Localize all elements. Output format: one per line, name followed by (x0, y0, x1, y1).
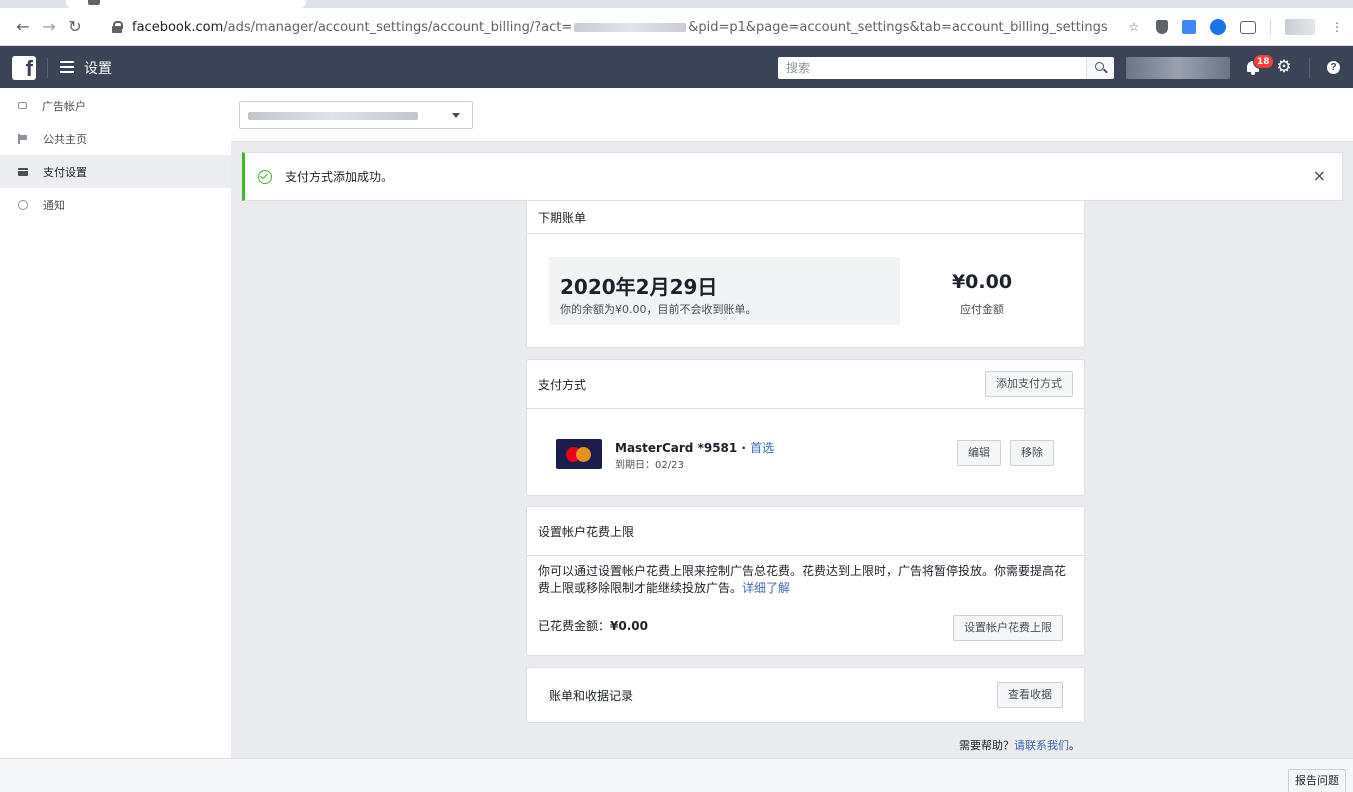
help-question: 需要帮助？ (959, 739, 1014, 752)
page-title: 设置 (84, 61, 112, 77)
footer: 报告问题 (0, 758, 1353, 792)
browser-tab[interactable] (66, 0, 306, 8)
sidebar-item-payment-settings[interactable]: 支付设置 (0, 155, 231, 188)
description-text: 你可以通过设置帐户花费上限来控制广告总花费。花费达到上限时，广告将暂停投放。你需… (538, 564, 1067, 595)
amount-due-label: 应付金额 (960, 303, 1004, 316)
account-name-redacted[interactable] (1126, 57, 1230, 79)
topbar-divider (1309, 58, 1310, 78)
help-icon[interactable]: ? (1327, 61, 1340, 74)
camera-extension-icon[interactable] (1240, 20, 1256, 34)
gear-icon[interactable]: ⚙ (1275, 58, 1293, 76)
browser-toolbar: ← → ↻ facebook.com /ads/manager/account_… (0, 8, 1353, 46)
amount-spent-value: ¥0.00 (610, 619, 648, 633)
ad-account-dropdown[interactable] (239, 101, 473, 129)
close-icon[interactable]: × (1313, 168, 1326, 184)
contact-us-link[interactable]: 请联系我们 (1014, 739, 1069, 752)
back-arrow-icon[interactable]: ← (10, 14, 36, 40)
search-input[interactable] (778, 57, 1086, 79)
mastercard-logo-icon (556, 439, 602, 469)
tab-favicon-icon (88, 0, 100, 5)
bill-date-panel: 2020年2月29日 你的余额为¥0.00，目前不会收到账单。 (549, 257, 900, 325)
learn-more-link[interactable]: 详细了解 (742, 581, 790, 595)
address-bar[interactable]: facebook.com /ads/manager/account_settin… (112, 13, 1112, 41)
amount-due: ¥0.00 (951, 271, 1013, 293)
primary-badge: 首选 (750, 441, 775, 455)
browser-tab-strip (0, 0, 1353, 8)
card-expiry: 到期日：02/23 (615, 460, 684, 471)
spending-limit-description: 你可以通过设置帐户花费上限来控制广告总花费。花费达到上限时，广告将暂停投放。你需… (538, 563, 1068, 597)
browser-extensions: ☆ ⋮ (1126, 16, 1345, 38)
facebook-topbar: f 设置 18 ⚙ ? (0, 46, 1353, 88)
bookmark-star-icon[interactable]: ☆ (1126, 19, 1142, 35)
translate-extension-icon[interactable] (1182, 20, 1196, 34)
url-host: facebook.com (132, 19, 224, 35)
report-problem-button[interactable]: 报告问题 (1288, 769, 1346, 792)
sidebar-item-notifications[interactable]: 通知 (0, 188, 231, 221)
notification-badge: 18 (1253, 54, 1274, 69)
card-title: 下期账单 (527, 201, 1084, 234)
help-line: 需要帮助？请联系我们。 (880, 737, 1080, 753)
next-bill-card: 下期账单 2020年2月29日 你的余额为¥0.00，目前不会收到账单。 ¥0.… (526, 201, 1085, 348)
spending-limit-card: 设置帐户花费上限 你可以通过设置帐户花费上限来控制广告总花费。花费达到上限时，广… (526, 506, 1085, 656)
url-redacted-id (574, 22, 687, 32)
set-spending-limit-button[interactable]: 设置帐户花费上限 (953, 615, 1063, 641)
add-payment-method-button[interactable]: 添加支付方式 (985, 371, 1073, 397)
account-name-redacted (248, 112, 418, 120)
card-header: 账单和收据记录 查看收据 (527, 668, 1084, 722)
topbar-divider (47, 58, 48, 78)
edit-button[interactable]: 编辑 (957, 440, 1001, 466)
card-number: MasterCard *9581 · (615, 441, 751, 455)
hamburger-menu-icon[interactable] (60, 61, 74, 73)
url-query: &pid=p1&page=account_settings&tab=accoun… (688, 19, 1108, 35)
card-title: 设置帐户花费上限 (527, 507, 1084, 556)
sidebar-item-label: 通知 (43, 198, 65, 212)
success-notification: 支付方式添加成功。 × (242, 152, 1343, 201)
remove-button[interactable]: 移除 (1010, 440, 1054, 466)
check-circle-icon (258, 169, 272, 184)
globe-icon (18, 199, 28, 210)
sidebar-item-label: 支付设置 (43, 165, 87, 179)
payment-methods-card: 支付方式 添加支付方式 MasterCard *9581 · 首选 到期日：02… (526, 359, 1085, 496)
card-title: 支付方式 (538, 377, 587, 392)
ad-account-icon (18, 102, 27, 109)
bill-date: 2020年2月29日 (560, 275, 718, 299)
url-path: /ads/manager/account_settings/account_bi… (223, 19, 573, 35)
billing-records-card: 账单和收据记录 查看收据 (526, 667, 1085, 723)
card-name: MasterCard *9581 · 首选 (615, 439, 774, 456)
success-message: 支付方式添加成功。 (285, 170, 394, 184)
reload-icon[interactable]: ↻ (62, 14, 88, 40)
forward-arrow-icon[interactable]: → (36, 14, 62, 40)
sidebar-item-label: 公共主页 (43, 132, 87, 146)
sidebar-item-pages[interactable]: 公共主页 (0, 122, 231, 155)
credit-card-icon (18, 167, 28, 176)
sidebar-item-label: 广告帐户 (42, 99, 86, 113)
eye-extension-icon[interactable] (1210, 19, 1226, 35)
card-header: 支付方式 添加支付方式 (527, 360, 1084, 409)
lock-icon (112, 21, 123, 33)
help-suffix: 。 (1069, 739, 1080, 752)
balance-note: 你的余额为¥0.00，目前不会收到账单。 (560, 303, 757, 316)
sidebar: 广告帐户 公共主页 支付设置 通知 (0, 88, 231, 758)
flag-icon (18, 133, 28, 144)
amount-spent-label: 已花费金额： (538, 619, 611, 633)
toolbar-divider (1270, 19, 1271, 35)
amount-spent: 已花费金额：¥0.00 (538, 617, 648, 634)
card-title: 账单和收据记录 (549, 688, 634, 703)
profile-avatar[interactable] (1285, 19, 1315, 35)
search-box (778, 57, 1114, 79)
chevron-down-icon (452, 113, 460, 118)
facebook-logo-icon[interactable]: f (12, 56, 36, 80)
account-selector-bar (231, 88, 1353, 142)
shield-extension-icon[interactable] (1156, 20, 1168, 34)
browser-menu-icon[interactable]: ⋮ (1329, 19, 1345, 35)
sidebar-item-ad-account[interactable]: 广告帐户 (0, 89, 231, 122)
view-receipts-button[interactable]: 查看收据 (997, 682, 1063, 708)
search-icon[interactable] (1086, 57, 1114, 79)
